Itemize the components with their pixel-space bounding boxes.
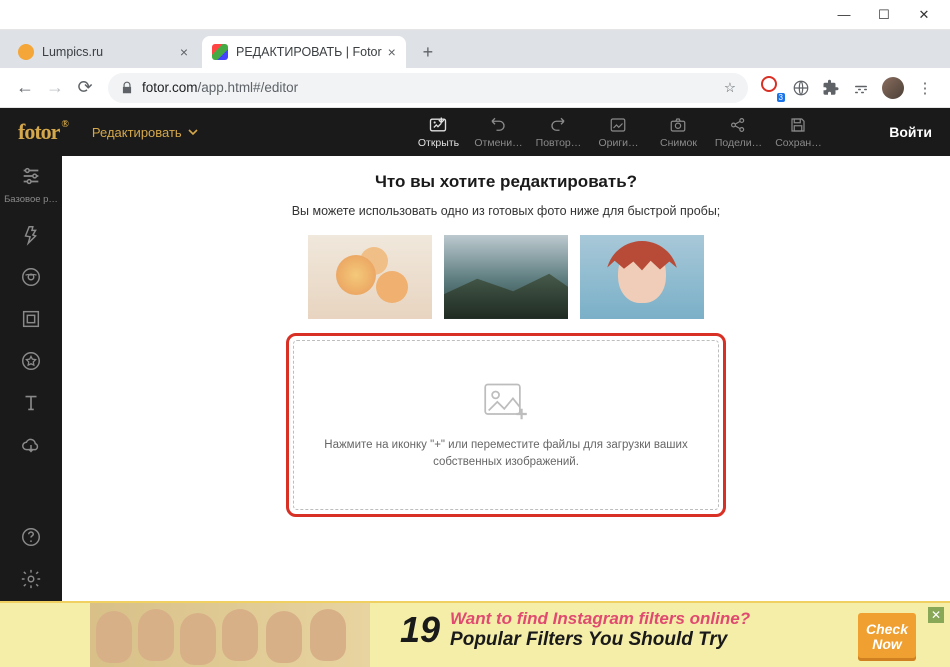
extensions-puzzle-icon[interactable] xyxy=(816,73,846,103)
window-minimize-button[interactable]: — xyxy=(824,3,864,27)
sidebar-text-icon[interactable] xyxy=(19,391,43,415)
login-button[interactable]: Войти xyxy=(889,124,932,140)
tab-title: РЕДАКТИРОВАТЬ | Fotor xyxy=(236,45,382,59)
favicon-icon xyxy=(18,44,34,60)
url-input[interactable]: fotor.com/app.html#/editor ☆ xyxy=(108,73,748,103)
sidebar-beauty-icon[interactable] xyxy=(19,265,43,289)
add-image-icon xyxy=(480,379,532,423)
ad-headline-2: Popular Filters You Should Try xyxy=(450,629,750,651)
left-sidebar: Базовое р… xyxy=(0,156,62,601)
lock-icon xyxy=(120,81,134,95)
ad-close-button[interactable]: ✕ xyxy=(928,607,944,623)
toolbar-undo-button[interactable]: Отмени… xyxy=(470,115,526,149)
extension-adblock-icon[interactable]: 3 xyxy=(756,73,786,103)
ad-headline-1: Want to find Instagram filters online? xyxy=(450,609,750,629)
sidebar-adjust-icon[interactable] xyxy=(19,164,43,188)
app-header: fotor® Редактировать Открыть Отмени… Пов… xyxy=(0,108,950,156)
top-toolbar: Открыть Отмени… Повтор… Ориги… Снимок По… xyxy=(348,115,890,149)
sidebar-adjust-label: Базовое р… xyxy=(4,194,58,205)
browser-tab-lumpics[interactable]: Lumpics.ru × xyxy=(8,36,198,68)
extension-globe-icon[interactable] xyxy=(786,73,816,103)
main-canvas-panel: Что вы хотите редактировать? Вы можете и… xyxy=(62,156,950,601)
profile-avatar[interactable] xyxy=(882,77,904,99)
sample-image-mountains[interactable] xyxy=(444,235,568,319)
edit-mode-dropdown[interactable]: Редактировать xyxy=(92,125,198,140)
open-icon xyxy=(428,115,448,135)
toolbar-share-button[interactable]: Подели… xyxy=(710,115,766,149)
ad-number: 19 xyxy=(400,609,440,651)
sidebar-cloud-icon[interactable] xyxy=(19,433,43,457)
sample-image-portrait[interactable] xyxy=(580,235,704,319)
browser-tab-strip: Lumpics.ru × РЕДАКТИРОВАТЬ | Fotor × + xyxy=(0,30,950,68)
sidebar-frames-icon[interactable] xyxy=(19,307,43,331)
sample-image-donuts[interactable] xyxy=(308,235,432,319)
dropzone-text: Нажмите на иконку "+" или переместите фа… xyxy=(294,437,718,472)
tab-close-icon[interactable]: × xyxy=(180,44,188,60)
toolbar-open-button[interactable]: Открыть xyxy=(410,115,466,149)
window-close-button[interactable]: ✕ xyxy=(904,3,944,27)
browser-tab-fotor[interactable]: РЕДАКТИРОВАТЬ | Fotor × xyxy=(202,36,406,68)
browser-address-bar: ← → ⟳ fotor.com/app.html#/editor ☆ 3 ⋮ xyxy=(0,68,950,108)
new-tab-button[interactable]: + xyxy=(414,38,442,66)
sidebar-help-icon[interactable] xyxy=(19,525,43,549)
ad-cta-button[interactable]: CheckNow xyxy=(858,613,916,661)
save-icon xyxy=(788,115,808,135)
toolbar-original-button[interactable]: Ориги… xyxy=(590,115,646,149)
sample-thumbnails xyxy=(82,235,930,319)
toolbar-redo-button[interactable]: Повтор… xyxy=(530,115,586,149)
bookmark-star-icon[interactable]: ☆ xyxy=(724,80,736,96)
tab-close-icon[interactable]: × xyxy=(388,44,396,60)
image-icon xyxy=(608,115,628,135)
chevron-down-icon xyxy=(188,127,198,137)
app-body: Базовое р… Что вы хотите редакт xyxy=(0,156,950,601)
window-maximize-button[interactable]: ☐ xyxy=(864,3,904,27)
browser-menu-button[interactable]: ⋮ xyxy=(910,73,940,103)
nav-forward-button[interactable]: → xyxy=(40,73,70,103)
sidebar-stickers-icon[interactable] xyxy=(19,349,43,373)
extension-music-icon[interactable] xyxy=(846,73,876,103)
undo-icon xyxy=(488,115,508,135)
window-titlebar: — ☐ ✕ xyxy=(0,0,950,30)
panel-subtitle: Вы можете использовать одно из готовых ф… xyxy=(82,202,930,221)
tab-title: Lumpics.ru xyxy=(42,45,174,59)
ad-image xyxy=(90,603,370,667)
fotor-logo[interactable]: fotor® xyxy=(18,119,68,145)
panel-title: Что вы хотите редактировать? xyxy=(82,172,930,192)
ad-banner[interactable]: ✕ 19 Want to find Instagram filters onli… xyxy=(0,601,950,667)
url-host: fotor.com xyxy=(142,80,198,95)
redo-icon xyxy=(548,115,568,135)
highlight-annotation: Нажмите на иконку "+" или переместите фа… xyxy=(286,333,726,517)
nav-back-button[interactable]: ← xyxy=(10,73,40,103)
sidebar-effects-icon[interactable] xyxy=(19,223,43,247)
favicon-icon xyxy=(212,44,228,60)
share-icon xyxy=(728,115,748,135)
camera-icon xyxy=(668,115,688,135)
toolbar-snapshot-button[interactable]: Снимок xyxy=(650,115,706,149)
upload-dropzone[interactable]: Нажмите на иконку "+" или переместите фа… xyxy=(293,340,719,510)
url-path: /app.html#/editor xyxy=(198,80,299,95)
nav-reload-button[interactable]: ⟳ xyxy=(70,73,100,103)
toolbar-save-button[interactable]: Сохран… xyxy=(770,115,826,149)
sidebar-settings-icon[interactable] xyxy=(19,567,43,591)
